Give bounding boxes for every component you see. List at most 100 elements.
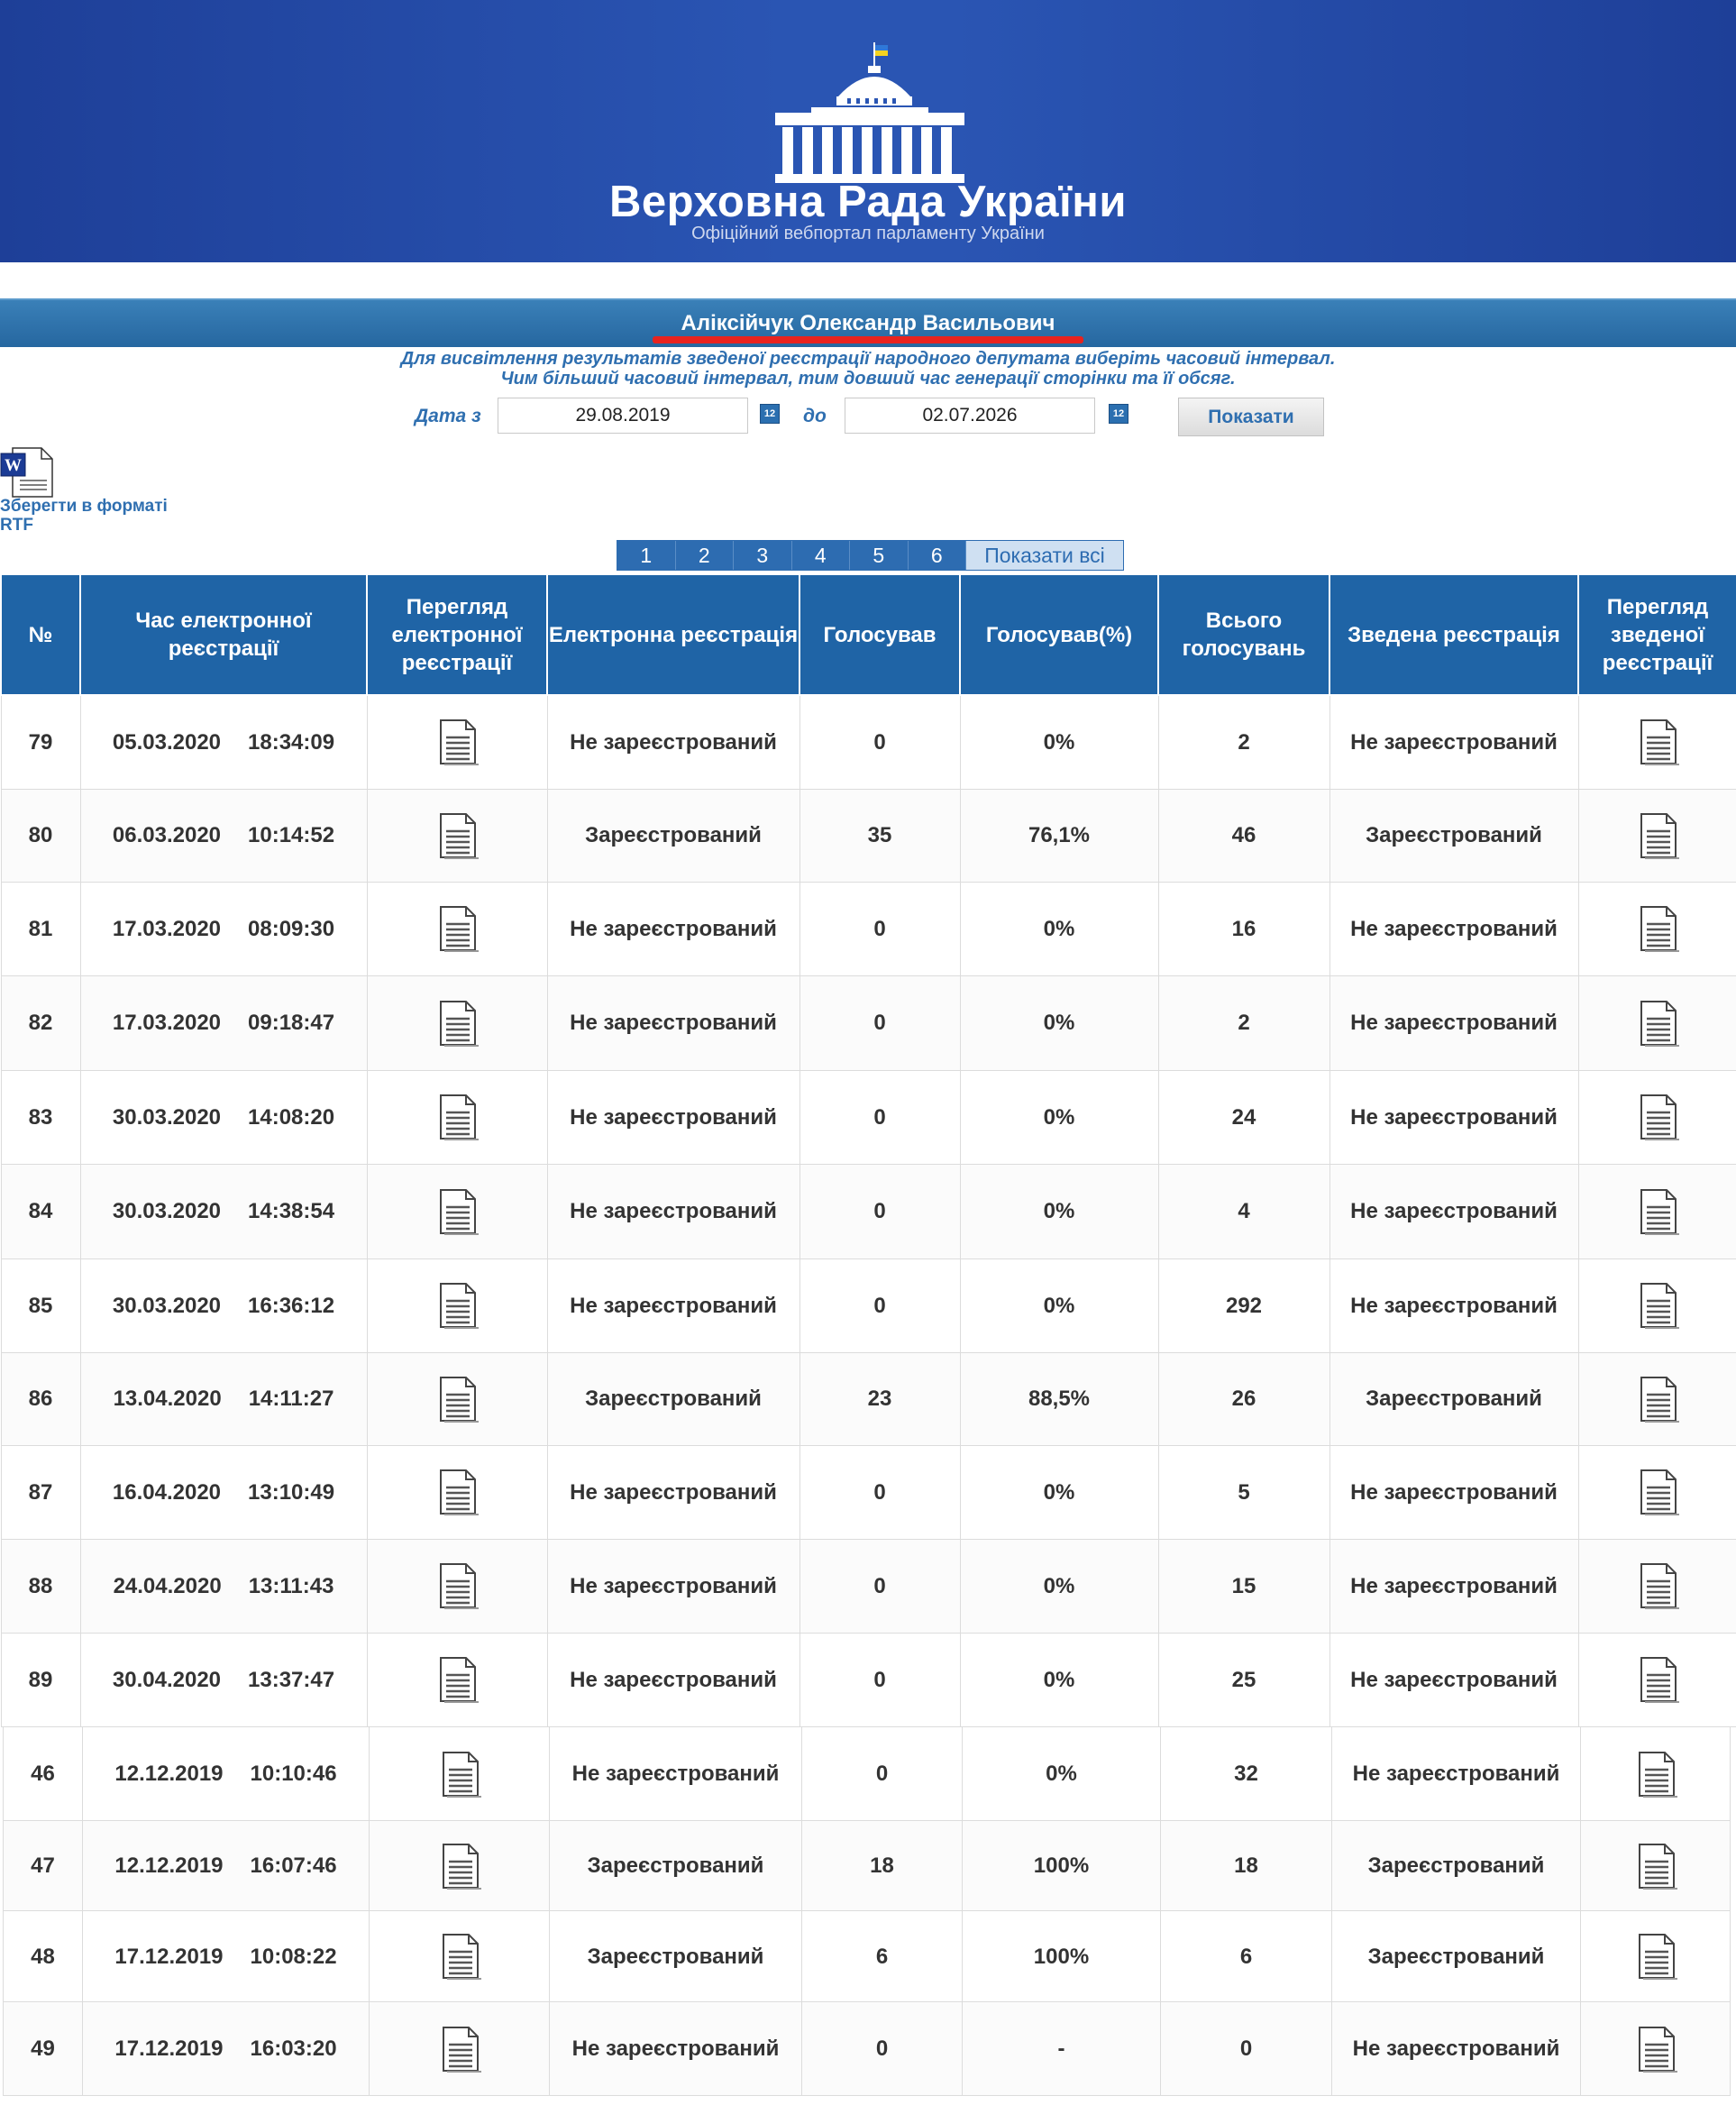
calendar-icon[interactable]: 12 — [760, 404, 780, 424]
row-voted: 0 — [799, 1538, 961, 1634]
view-e-reg-link[interactable] — [366, 975, 548, 1071]
deputy-name-bar: Аліксійчук Олександр Васильович — [0, 298, 1736, 347]
document-icon — [440, 1000, 479, 1047]
row-number: 85 — [0, 1258, 81, 1353]
view-e-reg-link[interactable] — [369, 1726, 550, 1821]
view-e-reg-link[interactable] — [369, 2001, 550, 2096]
header-number: № — [0, 573, 81, 696]
view-summary-reg-link[interactable] — [1577, 1163, 1736, 1259]
row-date: 06.03.2020 — [112, 823, 222, 847]
site-title[interactable]: Верховна Рада України — [0, 177, 1736, 227]
row-summary-status: Не зареєстрований — [1331, 1726, 1581, 1821]
row-time: 13:10:49 — [248, 1479, 335, 1505]
view-e-reg-link[interactable] — [366, 1351, 548, 1446]
document-icon — [1640, 1469, 1679, 1515]
row-total-votes: 292 — [1157, 1258, 1330, 1353]
view-summary-reg-link[interactable] — [1580, 2001, 1731, 2096]
page-link-1[interactable]: 1 — [617, 541, 676, 570]
view-summary-reg-link[interactable] — [1580, 1820, 1731, 1911]
view-summary-reg-link[interactable] — [1577, 1444, 1736, 1540]
row-voted-pct: 0% — [962, 1726, 1161, 1821]
row-e-reg-status: Зареєстрований — [549, 1820, 802, 1911]
view-summary-reg-link[interactable] — [1577, 975, 1736, 1071]
row-number: 84 — [0, 1163, 81, 1259]
table-row: 82 17.03.2020 09:18:47 Не зареєстрований 0 0%… — [0, 975, 1736, 1071]
table-row: 80 06.03.2020 10:14:52 Зареєстрований 35 76,1… — [0, 788, 1736, 883]
view-summary-reg-link[interactable] — [1577, 881, 1736, 976]
view-e-reg-link[interactable] — [366, 1538, 548, 1634]
row-e-reg-status: Не зареєстрований — [546, 1632, 800, 1727]
view-e-reg-link[interactable] — [366, 1444, 548, 1540]
row-voted-pct: 0% — [959, 1632, 1159, 1727]
row-time: 10:10:46 — [250, 1762, 337, 1786]
row-voted: 0 — [801, 1726, 963, 1821]
row-e-reg-status: Не зареєстрований — [546, 694, 800, 790]
view-summary-reg-link[interactable] — [1577, 694, 1736, 790]
view-summary-reg-link[interactable] — [1580, 1910, 1731, 2002]
view-e-reg-link[interactable] — [366, 1632, 548, 1727]
view-e-reg-link[interactable] — [369, 1820, 550, 1911]
view-e-reg-link[interactable] — [369, 1910, 550, 2002]
view-e-reg-link[interactable] — [366, 1069, 548, 1165]
row-number: 49 — [3, 2001, 83, 2096]
page-link-3[interactable]: 3 — [734, 541, 792, 570]
row-total-votes: 2 — [1157, 975, 1330, 1071]
table-row: 84 30.03.2020 14:38:54 Не зареєстрований 0 0%… — [0, 1163, 1736, 1259]
page-link-5[interactable]: 5 — [850, 541, 909, 570]
date-to-input[interactable] — [845, 398, 1095, 434]
view-e-reg-link[interactable] — [366, 1163, 548, 1259]
show-all-link[interactable]: Показати всі — [966, 541, 1123, 570]
date-to-label: до — [803, 406, 827, 426]
document-icon — [1640, 812, 1679, 859]
header-e-reg: Електронна реєстрація — [546, 573, 800, 696]
view-summary-reg-link[interactable] — [1577, 1258, 1736, 1353]
document-icon — [442, 1751, 481, 1798]
calendar-icon[interactable]: 12 — [1109, 404, 1128, 424]
row-number: 46 — [3, 1726, 83, 1821]
view-e-reg-link[interactable] — [366, 881, 548, 976]
row-summary-status: Не зареєстрований — [1331, 2001, 1581, 2096]
document-icon — [1640, 719, 1679, 766]
row-voted: 0 — [799, 881, 961, 976]
page-link-4[interactable]: 4 — [792, 541, 850, 570]
row-date: 24.04.2020 — [113, 1573, 222, 1598]
row-registration-time: 12.12.2019 10:10:46 — [82, 1726, 370, 1821]
view-summary-reg-link[interactable] — [1577, 1632, 1736, 1727]
row-date: 30.03.2020 — [112, 1293, 222, 1318]
row-voted: 35 — [799, 788, 961, 883]
view-summary-reg-link[interactable] — [1577, 1351, 1736, 1446]
row-voted-pct: 100% — [962, 1820, 1161, 1911]
row-voted: 0 — [799, 1444, 961, 1540]
view-e-reg-link[interactable] — [366, 694, 548, 790]
page-link-6[interactable]: 6 — [909, 541, 966, 570]
row-e-reg-status: Не зареєстрований — [546, 1163, 800, 1259]
row-total-votes: 2 — [1157, 694, 1330, 790]
row-e-reg-status: Не зареєстрований — [546, 881, 800, 976]
document-icon — [1640, 1188, 1679, 1235]
table-row: 49 17.12.2019 16:03:20 Не зареєстрований 0-0… — [3, 2001, 1731, 2096]
view-e-reg-link[interactable] — [366, 788, 548, 883]
word-document-icon[interactable]: W — [0, 446, 54, 499]
row-date: 17.12.2019 — [114, 2036, 224, 2061]
view-summary-reg-link[interactable] — [1577, 1069, 1736, 1165]
page-link-2[interactable]: 2 — [676, 541, 734, 570]
date-from-input[interactable] — [498, 398, 748, 434]
parliament-building-logo[interactable] — [775, 41, 964, 185]
show-button[interactable]: Показати — [1178, 398, 1324, 436]
document-icon — [1640, 1094, 1679, 1140]
row-e-reg-status: Не зареєстрований — [546, 1258, 800, 1353]
document-icon — [1640, 1657, 1679, 1703]
row-voted: 0 — [799, 1069, 961, 1165]
row-voted-pct: 88,5% — [959, 1351, 1159, 1446]
row-total-votes: 4 — [1157, 1163, 1330, 1259]
document-icon — [440, 1469, 479, 1515]
view-summary-reg-link[interactable] — [1577, 788, 1736, 883]
save-rtf-link[interactable]: Зберегти в форматі RTF — [0, 497, 189, 535]
row-registration-time: 05.03.2020 18:34:09 — [79, 694, 368, 790]
view-summary-reg-link[interactable] — [1580, 1726, 1731, 1821]
row-summary-status: Не зареєстрований — [1329, 975, 1579, 1071]
header-voted: Голосував — [799, 573, 961, 696]
view-summary-reg-link[interactable] — [1577, 1538, 1736, 1634]
view-e-reg-link[interactable] — [366, 1258, 548, 1353]
row-time: 10:14:52 — [248, 823, 335, 847]
